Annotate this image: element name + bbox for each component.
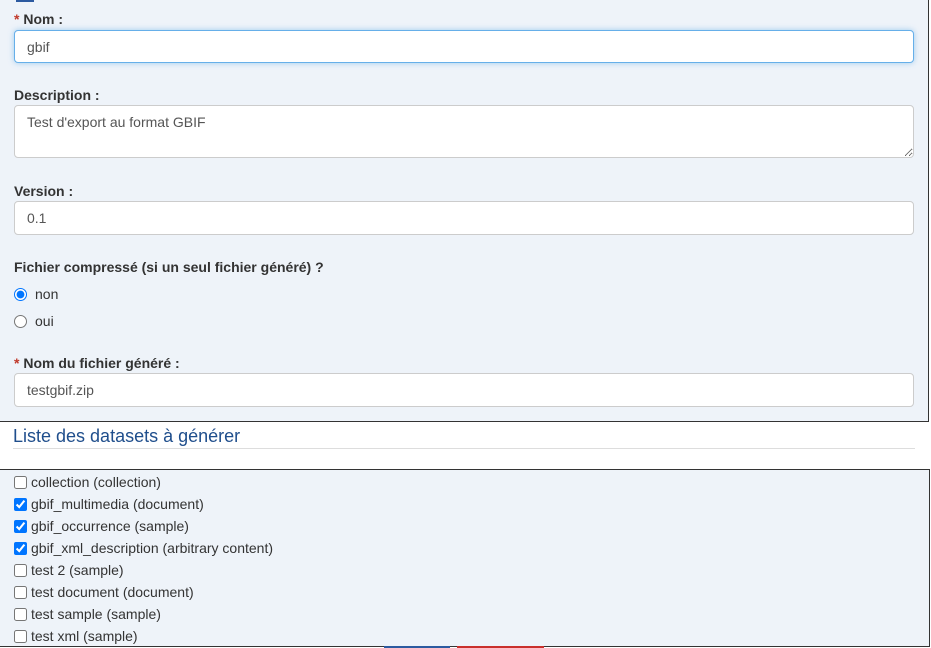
dataset-checkbox[interactable] (14, 497, 27, 511)
filename-label: * Nom du fichier généré : (14, 355, 180, 371)
dataset-label: test sample (sample) (31, 606, 161, 622)
dataset-item[interactable]: test sample (sample) (14, 604, 161, 624)
section-divider (13, 448, 915, 449)
filename-input[interactable] (14, 373, 914, 407)
nom-label: * Nom : (14, 11, 63, 27)
compress-oui-radio[interactable] (14, 314, 27, 328)
nom-label-text: Nom : (23, 11, 64, 27)
compress-oui-label: oui (35, 313, 54, 329)
dataset-label: test 2 (sample) (31, 562, 124, 578)
dataset-item[interactable]: test 2 (sample) (14, 560, 124, 580)
dataset-checkbox[interactable] (14, 585, 27, 599)
dataset-item[interactable]: test xml (sample) (14, 626, 138, 646)
dataset-item[interactable]: test document (document) (14, 582, 194, 602)
version-input[interactable] (14, 201, 914, 235)
dataset-item[interactable]: gbif_xml_description (arbitrary content) (14, 538, 273, 558)
dataset-item[interactable]: collection (collection) (14, 472, 161, 492)
dataset-label: test xml (sample) (31, 628, 138, 644)
required-marker: * (14, 355, 20, 371)
dataset-checkbox[interactable] (14, 563, 27, 577)
panel-top-marker (16, 0, 34, 2)
nom-input[interactable] (14, 30, 914, 63)
dataset-item[interactable]: gbif_occurrence (sample) (14, 516, 189, 536)
required-marker: * (14, 11, 20, 27)
dataset-label: collection (collection) (31, 474, 161, 490)
dataset-checkbox[interactable] (14, 519, 27, 533)
dataset-checkbox[interactable] (14, 541, 27, 555)
export-form-panel: * Nom : Description : Test d'export au f… (0, 0, 929, 422)
description-textarea[interactable]: Test d'export au format GBIF (14, 105, 914, 158)
dataset-item[interactable]: gbif_multimedia (document) (14, 494, 204, 514)
dataset-checkbox[interactable] (14, 607, 27, 621)
dataset-label: gbif_xml_description (arbitrary content) (31, 540, 273, 556)
dataset-checkbox[interactable] (14, 629, 27, 643)
compress-non-radio[interactable] (14, 287, 27, 301)
datasets-section-title: Liste des datasets à générer (13, 426, 241, 446)
compress-label: Fichier compressé (si un seul fichier gé… (14, 259, 324, 275)
dataset-label: gbif_multimedia (document) (31, 496, 204, 512)
dataset-checkbox[interactable] (14, 475, 27, 489)
compress-non-label: non (35, 286, 59, 302)
dataset-label: gbif_occurrence (sample) (31, 518, 189, 534)
version-label: Version : (14, 183, 74, 199)
filename-label-text: Nom du fichier généré : (23, 355, 180, 371)
compress-option-non[interactable]: non (14, 286, 58, 302)
dataset-label: test document (document) (31, 584, 194, 600)
compress-option-oui[interactable]: oui (14, 313, 54, 329)
datasets-panel: collection (collection) gbif_multimedia … (0, 469, 930, 647)
description-label: Description : (14, 87, 100, 103)
